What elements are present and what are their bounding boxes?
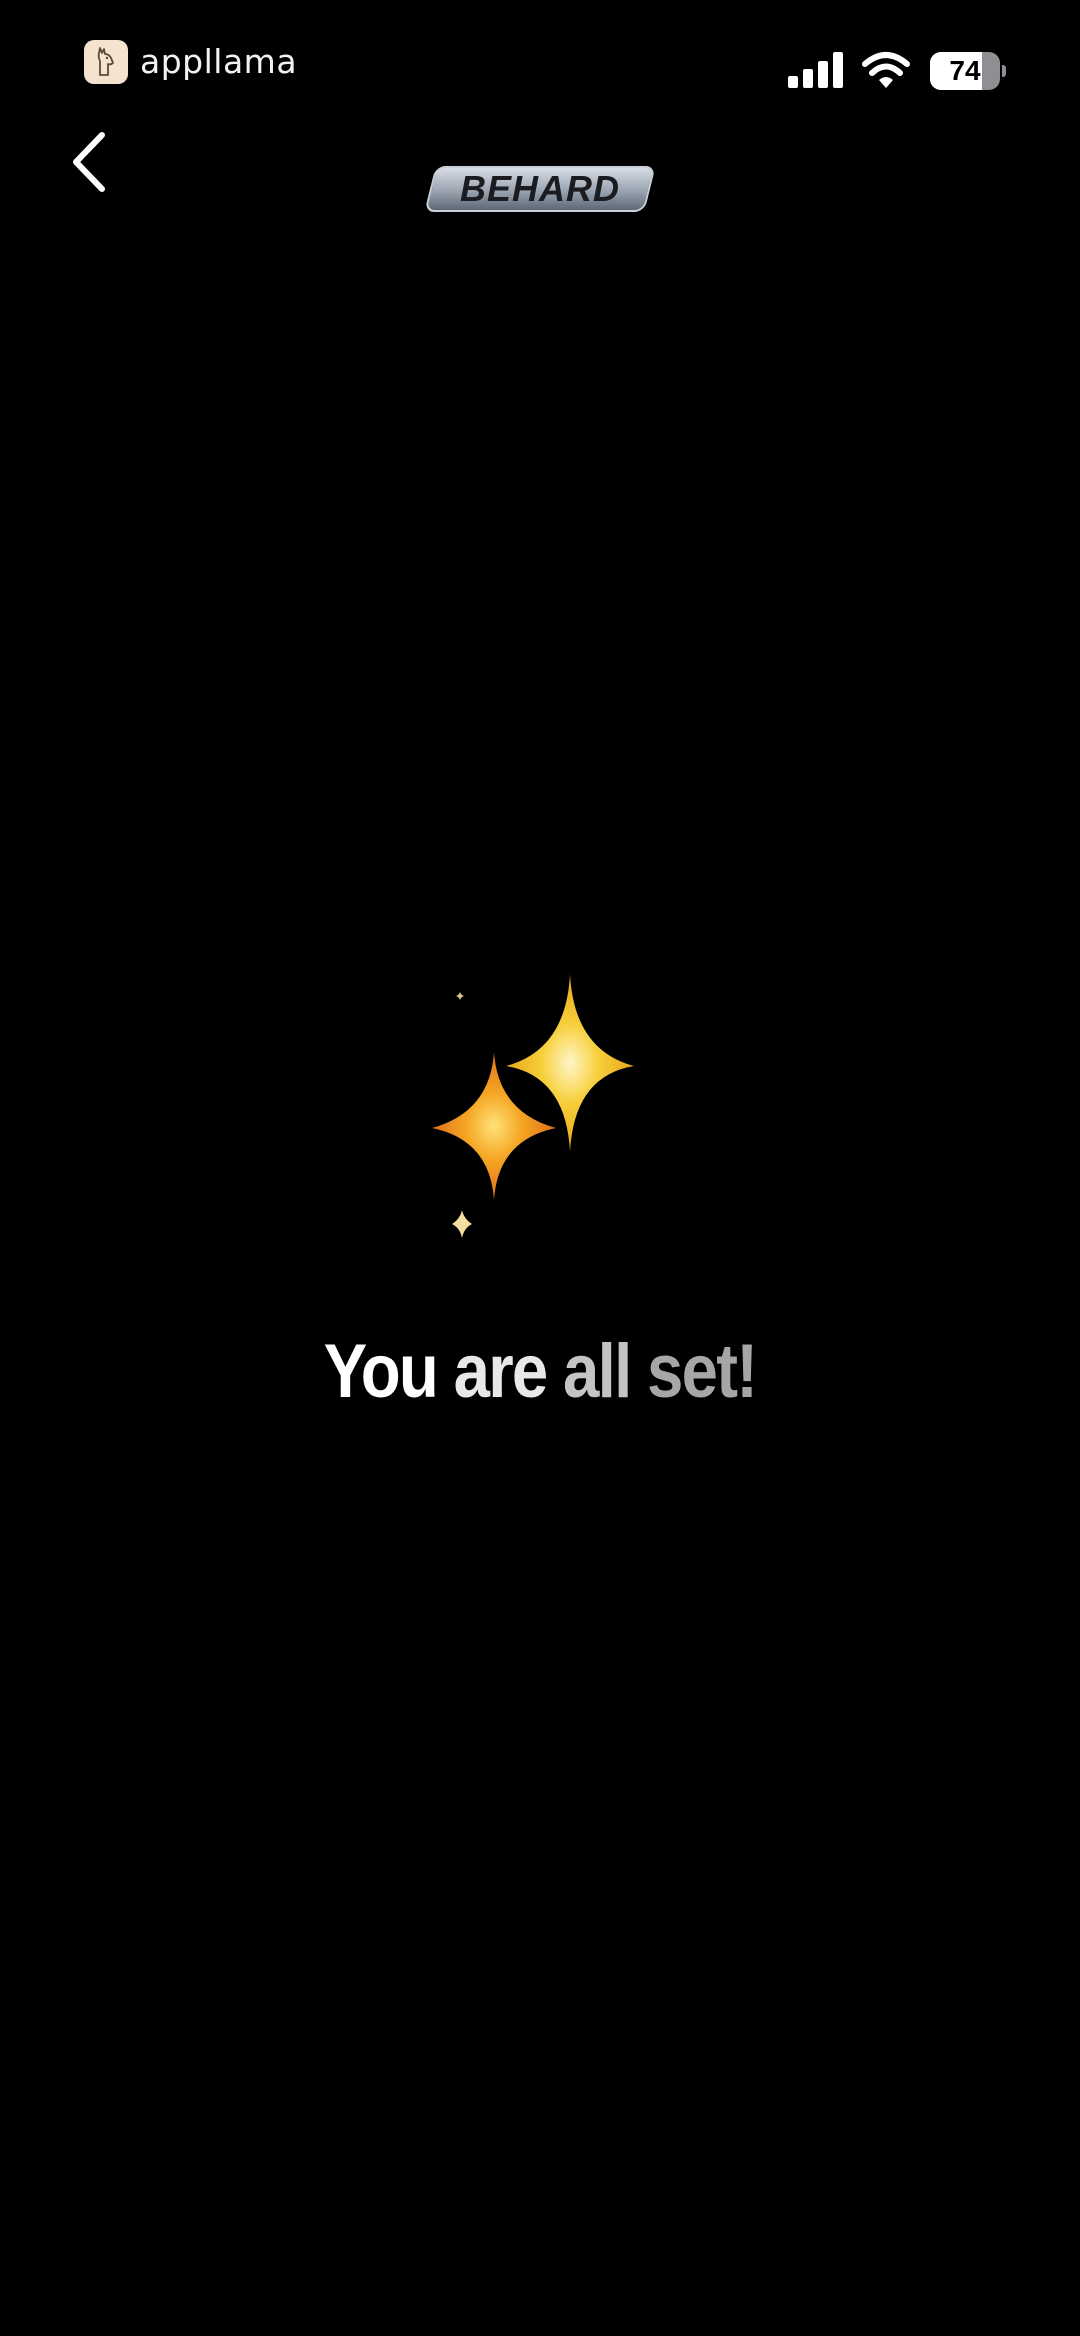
wifi-icon: [862, 52, 910, 88]
logo-text: BEHARD: [459, 168, 620, 209]
back-button[interactable]: [56, 124, 120, 200]
battery-icon: 74: [930, 52, 1006, 90]
app-brand-name: appllama: [140, 42, 298, 81]
headline-word: You: [323, 1329, 439, 1414]
status-bar: appllama 74: [0, 0, 1080, 130]
headline-word: set!: [646, 1329, 758, 1414]
sparkles-icon: [432, 974, 634, 1238]
behard-logo: BEHARD: [424, 166, 656, 212]
success-headline: You are all set!: [76, 1322, 1005, 1422]
battery-percent: 74: [949, 55, 981, 86]
chevron-left-icon: [73, 132, 105, 192]
llama-icon: [84, 40, 128, 84]
signal-icon: [788, 52, 843, 88]
headline-word: are: [453, 1329, 549, 1414]
headline-word: all: [563, 1329, 632, 1414]
